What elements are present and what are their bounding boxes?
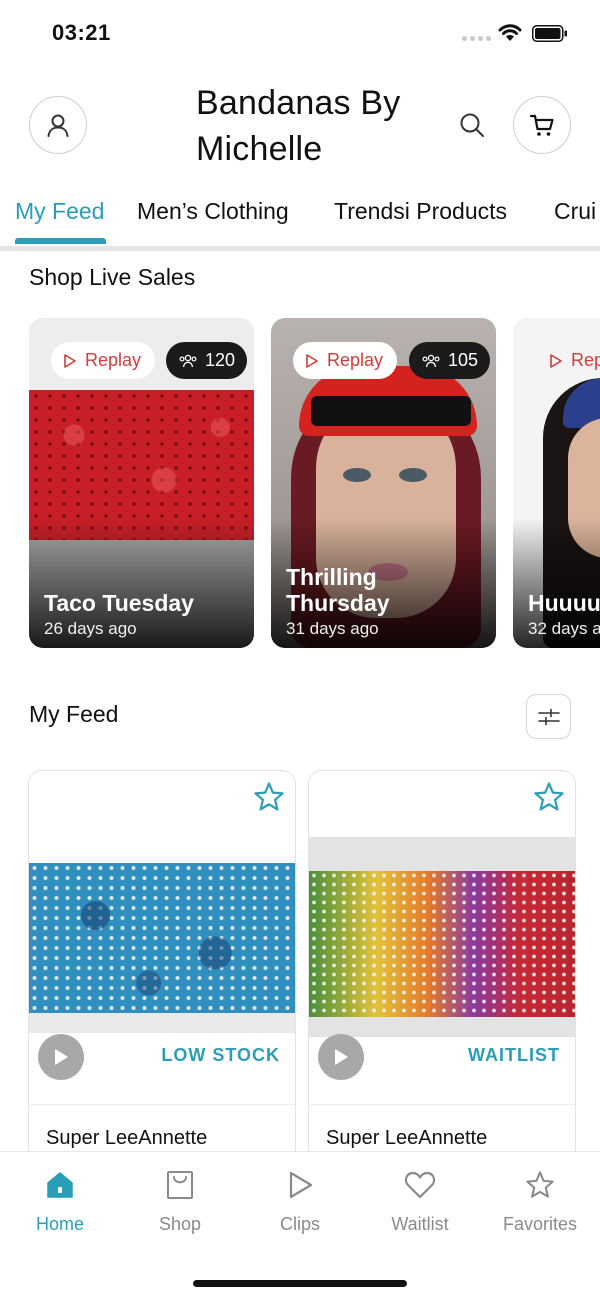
product-image-shadow [29, 1013, 295, 1033]
play-icon [55, 1049, 68, 1065]
tab-mens-clothing[interactable]: Men’s Clothing [137, 198, 289, 225]
live-sale-time: 31 days ago [286, 619, 379, 638]
nav-label: Home [35, 1214, 84, 1234]
wifi-icon [498, 24, 522, 41]
play-icon [335, 1049, 348, 1065]
live-sale-title: Taco Tuesday [44, 590, 194, 616]
store-header: Bandanas By Michelle [0, 66, 600, 186]
status-bar: 03:21 [0, 0, 600, 66]
live-sale-card[interactable]: Rep Huuuu pp Daa 32 days a [513, 318, 600, 648]
home-icon [43, 1168, 77, 1202]
shopping-bag-icon [163, 1168, 197, 1202]
live-sale-title: Huuuu pp Daa [528, 590, 600, 616]
nav-favorites[interactable]: Favorites [480, 1168, 600, 1235]
tab-my-feed[interactable]: My Feed [15, 198, 104, 225]
active-tab-indicator [15, 238, 106, 244]
live-sales-carousel[interactable]: Replay 120 Taco Tuesday 26 days ago Repl… [0, 318, 600, 650]
tab-cruise[interactable]: Crui [554, 198, 596, 225]
viewers-icon [422, 354, 440, 367]
replay-label: Replay [327, 350, 384, 370]
live-sale-card[interactable]: Replay 105 Thrilling Thursday 31 days ag… [271, 318, 496, 648]
heart-icon [403, 1168, 437, 1202]
nav-label: Favorites [502, 1214, 578, 1234]
cart-button[interactable] [513, 96, 571, 154]
card-divider [309, 1104, 575, 1105]
star-icon [254, 782, 284, 811]
battery-icon [532, 25, 567, 42]
sliders-icon [537, 708, 560, 725]
play-video-button[interactable] [38, 1034, 84, 1080]
viewer-count-badge: 120 [166, 342, 248, 379]
search-button[interactable] [456, 109, 488, 141]
nav-label: Clips [279, 1214, 320, 1234]
stock-status: LOW STOCK [161, 1045, 280, 1065]
favorite-button[interactable] [531, 779, 567, 815]
nav-clips[interactable]: Clips [240, 1168, 360, 1235]
store-title: Bandanas By Michelle [196, 84, 401, 168]
tab-trendsi-products[interactable]: Trendsi Products [334, 198, 507, 225]
live-sale-time: 26 days ago [44, 619, 137, 638]
stock-status: WAITLIST [468, 1045, 560, 1065]
play-icon [283, 1168, 317, 1202]
star-icon [523, 1168, 557, 1202]
replay-label: Rep [571, 350, 600, 370]
home-indicator[interactable] [193, 1280, 407, 1287]
status-time: 03:21 [52, 20, 111, 45]
star-icon [534, 782, 564, 811]
user-icon [47, 114, 69, 137]
product-card[interactable]: LOW STOCK Super LeeAnnette [28, 770, 296, 1170]
product-card[interactable]: WAITLIST Super LeeAnnette [308, 770, 576, 1170]
viewer-count: 120 [205, 350, 236, 370]
replay-label: Replay [85, 350, 142, 370]
seller-name: Super LeeAnnette [46, 1127, 208, 1149]
live-sale-card[interactable]: Replay 120 Taco Tuesday 26 days ago [29, 318, 254, 648]
feed-heading: My Feed [29, 701, 119, 727]
product-image [309, 871, 575, 1017]
filter-button[interactable] [526, 694, 571, 739]
category-tabs: My Feed Men’s Clothing Trendsi Products … [0, 190, 600, 252]
viewer-count: 105 [448, 350, 479, 370]
favorite-button[interactable] [251, 779, 287, 815]
replay-button[interactable]: Rep [535, 342, 600, 379]
product-image [29, 863, 295, 1013]
seller-name: Super LeeAnnette [326, 1127, 488, 1149]
live-sale-title: Thrilling Thursday [286, 564, 390, 616]
bottom-navigation: Home Shop Clips Waitlist Favorites [0, 1151, 600, 1299]
nav-home[interactable]: Home [0, 1168, 120, 1235]
tabs-divider [0, 246, 600, 251]
nav-waitlist[interactable]: Waitlist [360, 1168, 480, 1235]
replay-button[interactable]: Replay [51, 342, 156, 379]
live-sale-time: 32 days a [528, 619, 600, 638]
nav-label: Waitlist [391, 1214, 449, 1234]
viewers-icon [179, 354, 197, 367]
nav-label: Shop [158, 1214, 202, 1234]
play-outline-icon [550, 353, 562, 368]
play-outline-icon [306, 353, 318, 368]
search-icon [460, 113, 484, 137]
account-button[interactable] [29, 96, 87, 154]
play-video-button[interactable] [318, 1034, 364, 1080]
card-divider [29, 1104, 295, 1105]
play-outline-icon [64, 353, 76, 368]
live-sales-heading: Shop Live Sales [29, 264, 196, 290]
replay-button[interactable]: Replay [293, 342, 398, 379]
viewer-count-badge: 105 [409, 342, 491, 379]
nav-shop[interactable]: Shop [120, 1168, 240, 1235]
cellular-signal-icon [462, 36, 491, 41]
cart-icon [529, 114, 554, 136]
